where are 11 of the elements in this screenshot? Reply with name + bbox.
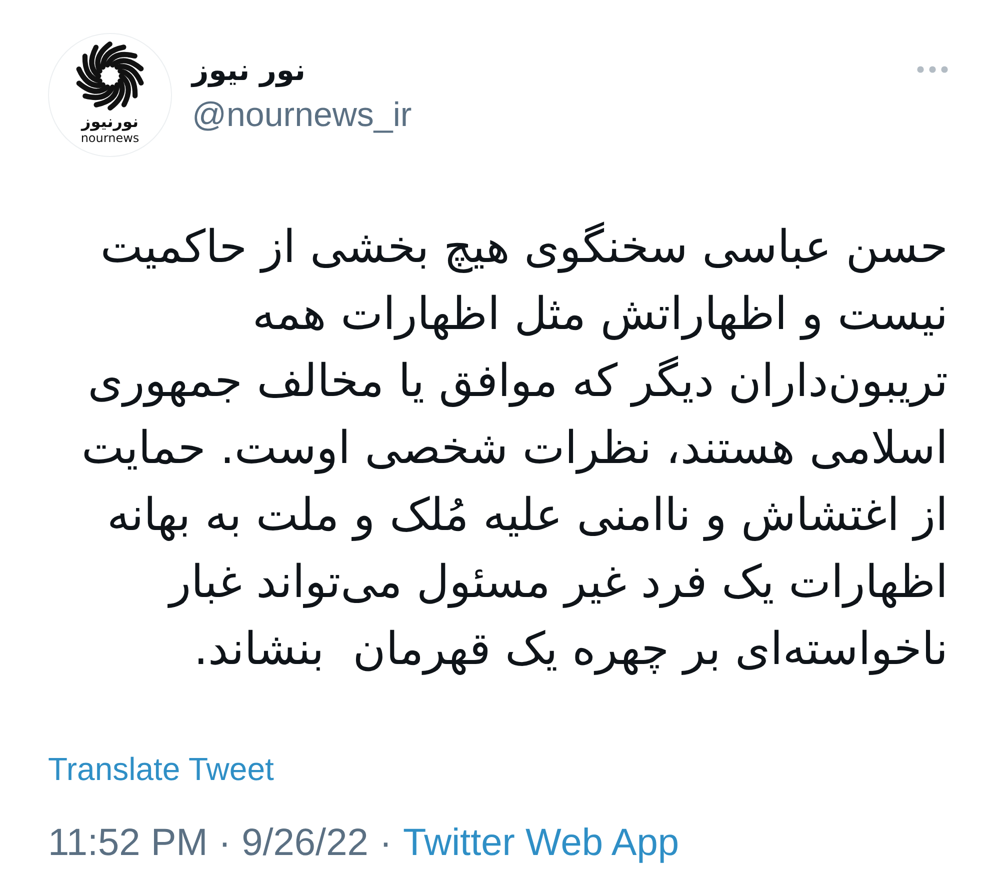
logo-wordmark: نورنیوز <box>81 112 139 131</box>
tweet-text: حسن عباسی سخنگوی هیچ بخشی از حاکمیت نیست و اظهاراتش مثل اظهارات همه تریبون‌داران دیگر که موافق یا مخالف جمهوری اسلامی هستند، نظرات شخصی اوست. حمایت از اغتشاش و ناامنی علیه مُلک و ملت به بهانه اظهارات یک فرد غیر مسئول می‌تواند غبار ناخواسته‌ای بر چهره یک قهرمان بنشاند. <box>82 219 948 677</box>
logo-caption: nournews <box>80 131 140 145</box>
timestamp[interactable]: 11:52 PM · 9/26/22 <box>48 821 368 865</box>
swirl-logo-icon <box>75 41 145 111</box>
more-options-icon[interactable] <box>917 66 948 73</box>
author-handle[interactable]: @nournews_ir <box>192 95 412 135</box>
separator-dot: · <box>379 821 392 865</box>
author-name[interactable]: نور نیوز <box>192 51 306 89</box>
source-link[interactable]: Twitter Web App <box>403 821 680 865</box>
translate-link[interactable]: Translate Tweet <box>48 751 274 787</box>
